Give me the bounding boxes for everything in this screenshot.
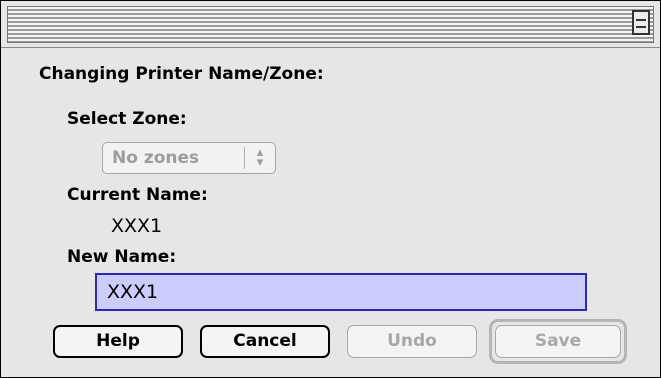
dialog-heading: Changing Printer Name/Zone: [39,64,324,84]
printer-dialog-window: Changing Printer Name/Zone: Select Zone:… [0,0,661,378]
current-name-label: Current Name: [67,185,208,205]
new-name-input[interactable] [97,275,585,309]
window-collapse-icon[interactable] [632,10,650,35]
current-name-value: XXX1 [111,215,163,237]
title-bar[interactable] [7,6,654,43]
zone-popup-value: No zones [112,148,200,168]
cancel-button[interactable]: Cancel [200,325,330,358]
popup-divider [244,147,245,169]
title-bar-divider [1,47,660,48]
save-button[interactable]: Save [495,325,621,358]
undo-button[interactable]: Undo [347,325,477,358]
new-name-label: New Name: [67,247,177,267]
up-down-arrows-icon: ▴ ▾ [256,145,264,170]
select-zone-label: Select Zone: [67,109,187,129]
help-button[interactable]: Help [53,325,183,358]
new-name-field[interactable] [95,273,587,311]
zone-popup-menu[interactable]: No zones ▴ ▾ [102,142,276,174]
